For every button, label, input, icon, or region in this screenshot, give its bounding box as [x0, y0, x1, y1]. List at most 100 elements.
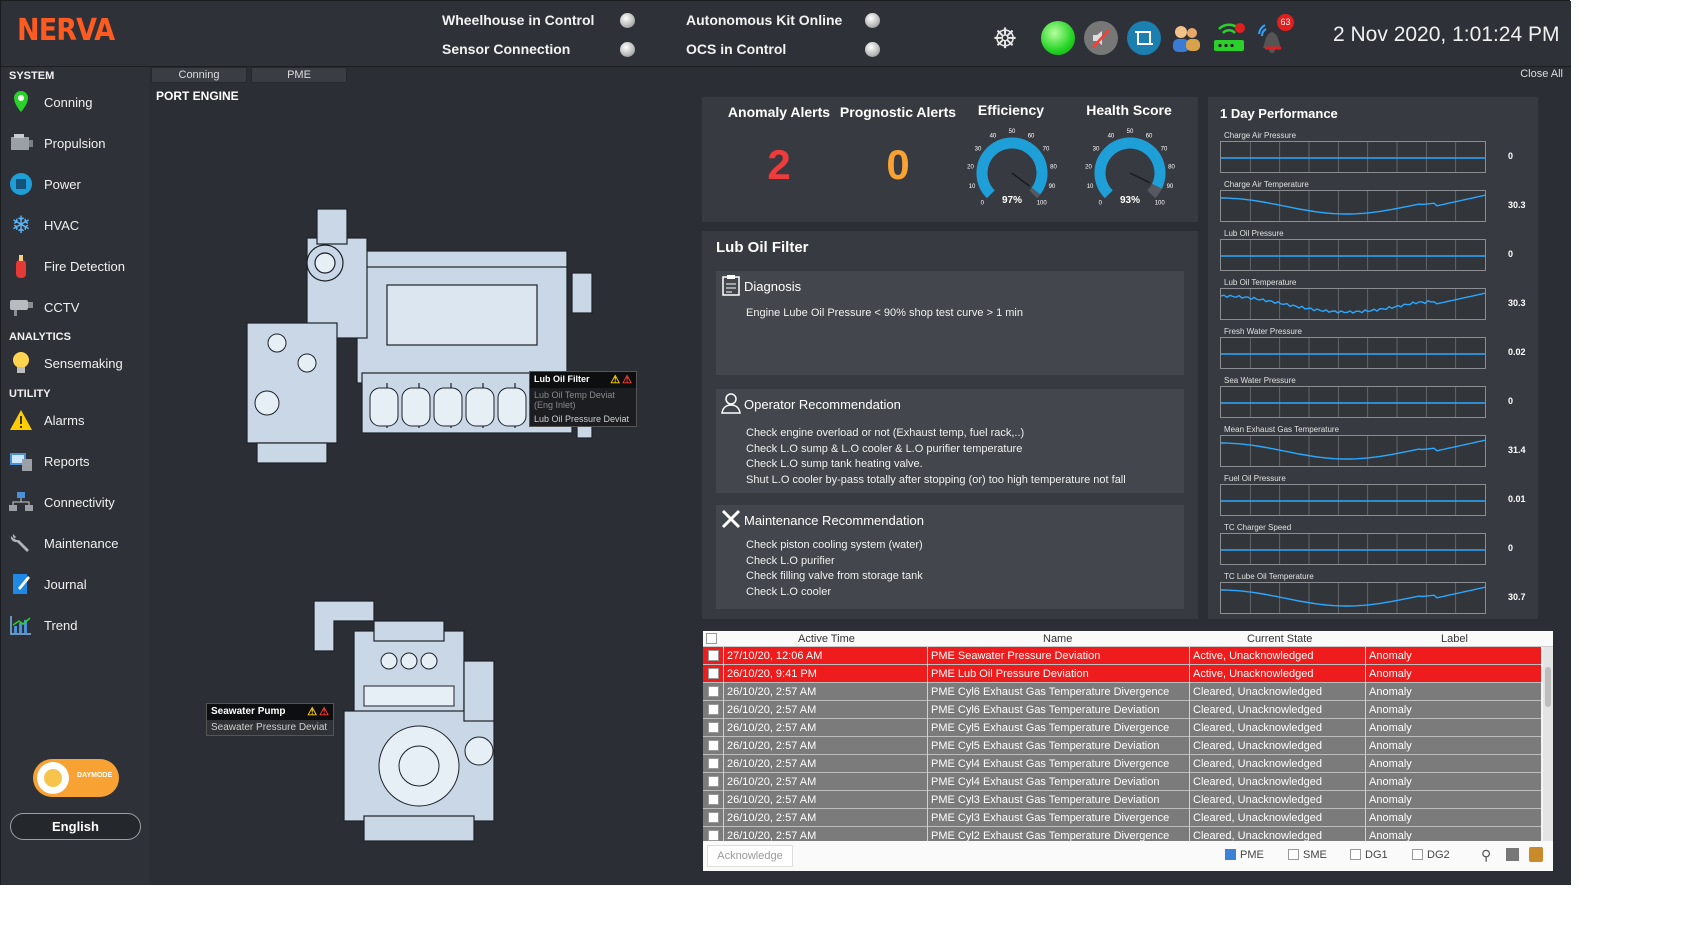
map-pin-icon [7, 88, 35, 116]
gauge-tick-label: 50 [1127, 129, 1134, 135]
anomaly-alerts-count[interactable]: 2 [714, 141, 844, 189]
ship-wheel-icon[interactable]: ☸ [985, 18, 1025, 58]
sidebar-item-maintenance[interactable]: Maintenance [7, 528, 147, 558]
cell-current-state: Cleared, Unacknowledged [1193, 740, 1323, 752]
language-button[interactable]: English [10, 813, 141, 840]
performance-label: TC Charger Speed [1224, 523, 1292, 532]
sidebar-item-sensemaking[interactable]: Sensemaking [7, 348, 147, 378]
status-sensor-label: Sensor Connection [442, 41, 571, 57]
table-row[interactable]: 26/10/20, 9:41 PM PME Lub Oil Pressure De… [703, 665, 1541, 683]
row-checkbox[interactable] [708, 758, 719, 769]
port-engine-side-view[interactable] [237, 203, 597, 473]
sparkline-chart [1220, 141, 1486, 173]
mute-icon[interactable] [1081, 18, 1121, 58]
sidebar-item-alarms[interactable]: Alarms [7, 405, 147, 435]
column-header-name[interactable]: Name [1043, 633, 1072, 645]
table-row[interactable]: 27/10/20, 12:06 AM PME Seawater Pressure … [703, 647, 1541, 665]
search-icon[interactable]: ⚲ [1481, 847, 1491, 864]
filter-sme-checkbox[interactable]: SME [1288, 849, 1327, 861]
lub-oil-filter-callout[interactable]: Lub Oil Filter ⚠ ⚠ Lub Oil Temp Deviat (En… [529, 371, 637, 427]
table-row[interactable]: 26/10/20, 2:57 AM PME Cyl6 Exhaust Gas Te… [703, 683, 1541, 701]
row-checkbox[interactable] [708, 830, 719, 841]
table-row[interactable]: 26/10/20, 2:57 AM PME Cyl5 Exhaust Gas Te… [703, 719, 1541, 737]
performance-row[interactable]: Mean Exhaust Gas Temperature 31.4 [1220, 425, 1526, 474]
sidebar-item-propulsion[interactable]: Propulsion [7, 128, 147, 158]
gauge-tick-label: 70 [1043, 146, 1050, 152]
performance-row[interactable]: Sea Water Pressure 0 [1220, 376, 1520, 425]
performance-row[interactable]: TC Charger Speed 0 [1220, 523, 1520, 572]
sidebar-item-conning[interactable]: Conning [7, 87, 147, 117]
sidebar-item-reports[interactable]: Reports [7, 446, 147, 476]
performance-value: 0 [1508, 151, 1514, 161]
performance-row[interactable]: Lub Oil Pressure 0 [1220, 229, 1520, 278]
performance-value: 30.3 [1508, 298, 1526, 308]
archive-icon[interactable] [1529, 847, 1543, 862]
row-checkbox[interactable] [708, 722, 719, 733]
row-checkbox[interactable] [708, 668, 719, 679]
seawater-pump-callout[interactable]: Seawater Pump ⚠ ⚠ Seawater Pressure Deviat [206, 703, 334, 736]
tab-pme[interactable]: PME [251, 67, 347, 83]
table-row[interactable]: 26/10/20, 2:57 AM PME Cyl6 Exhaust Gas Te… [703, 701, 1541, 719]
select-all-checkbox[interactable] [706, 633, 717, 644]
acknowledge-button[interactable]: Acknowledge [707, 845, 793, 867]
performance-row[interactable]: Charge Air Pressure 0 [1220, 131, 1520, 180]
tab-conning[interactable]: Conning [151, 67, 247, 83]
cell-name: PME Cyl5 Exhaust Gas Temperature Deviati… [931, 740, 1160, 752]
sidebar-item-power[interactable]: Power [7, 169, 147, 199]
close-all-button[interactable]: Close All [1520, 68, 1563, 80]
filter-dg2-checkbox[interactable]: DG2 [1412, 849, 1450, 861]
sidebar-item-fire-detection[interactable]: Fire Detection [7, 251, 147, 281]
performance-row[interactable]: Fresh Water Pressure 0.02 [1220, 327, 1526, 376]
performance-value: 0 [1508, 396, 1514, 406]
performance-row[interactable]: Fuel Oil Pressure 0.01 [1220, 474, 1526, 523]
sidebar-item-trend[interactable]: Trend [7, 610, 147, 640]
cell-active-time: 27/10/20, 12:06 AM [727, 650, 823, 662]
column-header-current-state[interactable]: Current State [1247, 633, 1312, 645]
sidebar-item-connectivity[interactable]: Connectivity [7, 487, 147, 517]
filter-label: DG2 [1427, 849, 1450, 861]
performance-row[interactable]: TC Lube Oil Temperature 30.7 [1220, 572, 1526, 621]
export-icon[interactable] [1506, 848, 1519, 861]
daymode-toggle[interactable]: DAYMODE [33, 759, 119, 797]
connectivity-status-icon[interactable] [1209, 18, 1249, 58]
performance-row[interactable]: Lub Oil Temperature 30.3 [1220, 278, 1526, 327]
row-checkbox[interactable] [708, 704, 719, 715]
cell-label: Anomaly [1369, 740, 1412, 752]
row-checkbox[interactable] [708, 812, 719, 823]
alarm-table-header: Active Time Name Current State Label [703, 631, 1553, 647]
table-row[interactable]: 26/10/20, 2:57 AM PME Cyl4 Exhaust Gas Te… [703, 773, 1541, 791]
filter-dg1-checkbox[interactable]: DG1 [1350, 849, 1388, 861]
table-row[interactable]: 26/10/20, 2:57 AM PME Cyl3 Exhaust Gas Te… [703, 809, 1541, 827]
efficiency-title: Efficiency [977, 102, 1045, 118]
row-checkbox[interactable] [708, 686, 719, 697]
port-engine-front-view[interactable] [304, 591, 524, 851]
column-header-active-time[interactable]: Active Time [798, 633, 855, 645]
status-ok-icon[interactable] [1038, 18, 1078, 58]
row-checkbox[interactable] [708, 776, 719, 787]
sidebar-item-cctv[interactable]: CCTV [7, 292, 147, 322]
row-checkbox[interactable] [708, 740, 719, 751]
table-row[interactable]: 26/10/20, 2:57 AM PME Cyl5 Exhaust Gas Te… [703, 737, 1541, 755]
sparkline-svg [1221, 142, 1485, 172]
sidebar-item-label: Maintenance [44, 535, 119, 551]
capture-icon[interactable] [1124, 18, 1164, 58]
column-header-label[interactable]: Label [1441, 633, 1468, 645]
fire-extinguisher-icon [7, 252, 35, 280]
sidebar-item-journal[interactable]: Journal [7, 569, 147, 599]
filter-pme-checkbox[interactable]: PME [1225, 849, 1264, 861]
gauge-tick-label: 10 [969, 184, 976, 190]
table-row[interactable]: 26/10/20, 2:57 AM PME Cyl4 Exhaust Gas Te… [703, 755, 1541, 773]
performance-row[interactable]: Charge Air Temperature 30.3 [1220, 180, 1526, 229]
cell-name: PME Lub Oil Pressure Deviation [931, 668, 1089, 680]
callout-row: Lub Oil Pressure Deviat [534, 414, 630, 424]
alarm-table-scrollbar[interactable] [1543, 647, 1553, 841]
row-checkbox[interactable] [708, 794, 719, 805]
lightbulb-icon [7, 349, 35, 377]
row-checkbox[interactable] [708, 650, 719, 661]
table-row[interactable]: 26/10/20, 2:57 AM PME Cyl3 Exhaust Gas Te… [703, 791, 1541, 809]
alarm-bell-icon[interactable]: 63 [1253, 14, 1294, 58]
sidebar-item-hvac[interactable]: ❄ HVAC [7, 210, 147, 240]
performance-label: Lub Oil Pressure [1224, 229, 1284, 238]
users-icon[interactable] [1166, 18, 1206, 58]
prognostic-alerts-count[interactable]: 0 [838, 141, 958, 189]
